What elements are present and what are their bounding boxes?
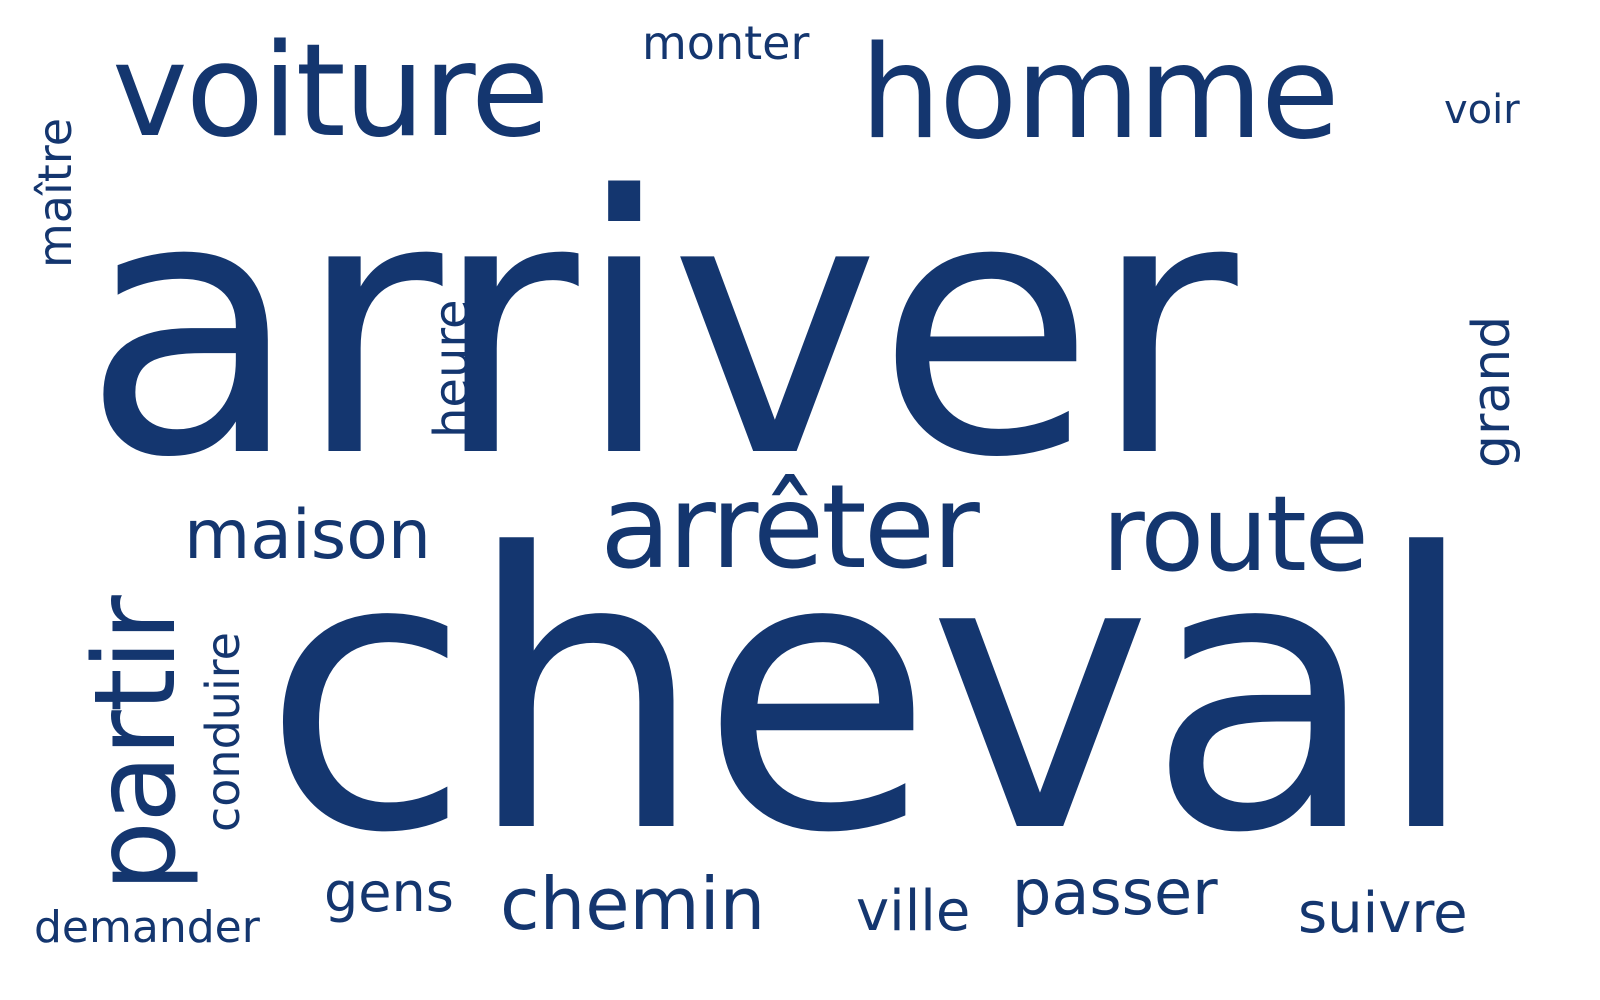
word-voiture: voiture	[112, 17, 549, 166]
word-conduire: conduire	[196, 632, 250, 832]
word-passer: passer	[1012, 856, 1218, 929]
word-arriver: arriver	[82, 121, 1238, 535]
word-cloud: arriver cheval voiture homme monter voir…	[0, 0, 1600, 1000]
word-demander: demander	[34, 902, 260, 953]
word-partir: partir	[71, 597, 201, 892]
word-route: route	[1102, 473, 1369, 595]
word-arreter: arrêter	[600, 460, 980, 595]
word-ville: ville	[856, 879, 971, 944]
word-chemin: chemin	[500, 862, 766, 946]
word-heure: heure	[424, 299, 480, 438]
word-maitre: maître	[28, 117, 82, 268]
word-voir: voir	[1444, 87, 1520, 133]
word-suivre: suivre	[1298, 881, 1468, 946]
word-homme: homme	[860, 19, 1340, 168]
word-gens: gens	[324, 861, 454, 924]
word-maison: maison	[184, 496, 431, 575]
word-grand: grand	[1462, 315, 1522, 468]
word-monter: monter	[642, 16, 810, 70]
